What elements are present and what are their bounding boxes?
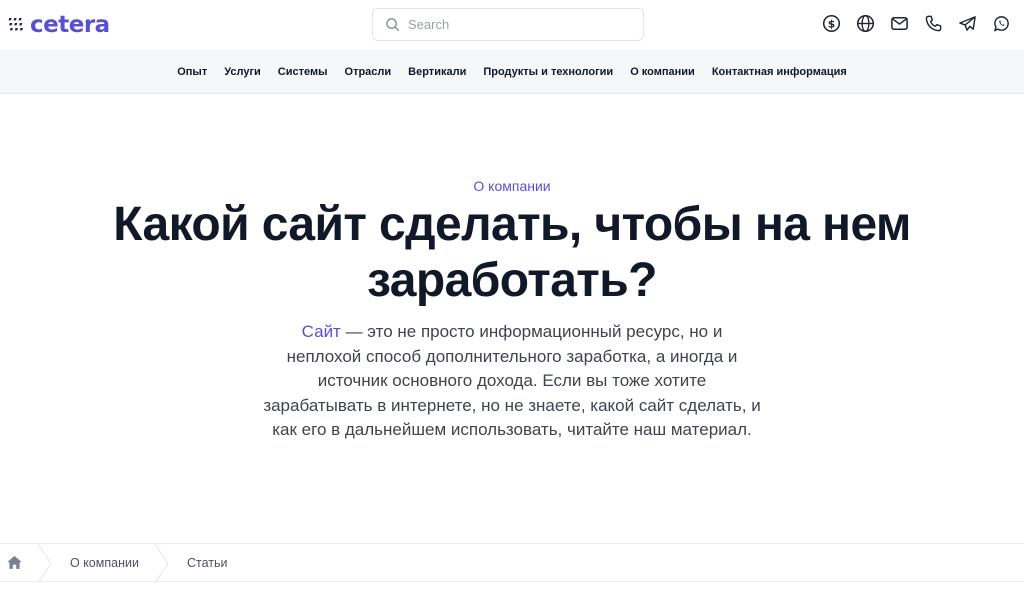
search-icon: [386, 18, 400, 32]
nav-item-about[interactable]: О компании: [630, 66, 695, 78]
currency-button[interactable]: $: [821, 13, 842, 34]
breadcrumb-item-about[interactable]: О компании: [70, 556, 139, 570]
brand-name: cetera: [30, 11, 110, 38]
search-input[interactable]: [408, 17, 628, 32]
breadcrumb-separator-icon: [38, 544, 52, 583]
whatsapp-icon: [994, 16, 1009, 32]
header-actions: $: [821, 13, 1012, 34]
language-button[interactable]: [855, 13, 876, 34]
breadcrumb: О компании Статьи: [0, 543, 1024, 583]
currency-icon: $: [822, 14, 841, 33]
home-icon[interactable]: [6, 554, 23, 571]
brand-logo[interactable]: cetera: [6, 10, 110, 40]
search-box[interactable]: [372, 8, 644, 41]
nav-item-services[interactable]: Услуги: [224, 66, 261, 78]
mail-icon: [891, 17, 908, 30]
phone-button[interactable]: [923, 13, 944, 34]
nav-item-industries[interactable]: Отрасли: [345, 66, 392, 78]
category-label[interactable]: О компании: [0, 178, 1024, 194]
svg-text:$: $: [828, 18, 835, 30]
phone-icon: [925, 15, 942, 32]
nav-item-experience[interactable]: Опыт: [177, 66, 207, 78]
nav-item-systems[interactable]: Системы: [278, 66, 328, 78]
logo-mark-icon: [8, 18, 23, 31]
telegram-button[interactable]: [957, 13, 978, 34]
globe-icon: [856, 14, 875, 33]
breadcrumb-separator-icon: [155, 544, 169, 583]
telegram-icon: [959, 16, 976, 31]
main-navigation: Опыт Услуги Системы Отрасли Вертикали Пр…: [0, 50, 1024, 94]
breadcrumb-item-articles[interactable]: Статьи: [187, 556, 228, 570]
nav-item-verticals[interactable]: Вертикали: [408, 66, 466, 78]
whatsapp-button[interactable]: [991, 13, 1012, 34]
intro-link[interactable]: Сайт: [302, 322, 341, 341]
intro-paragraph: Сайт — это не просто информационный ресу…: [262, 320, 762, 443]
nav-item-products[interactable]: Продукты и технологии: [483, 66, 613, 78]
top-header: cetera $: [0, 0, 1024, 50]
page-title: Какой сайт сделать, чтобы на нем заработ…: [113, 198, 911, 307]
email-button[interactable]: [889, 13, 910, 34]
nav-item-contacts[interactable]: Контактная информация: [712, 66, 847, 78]
